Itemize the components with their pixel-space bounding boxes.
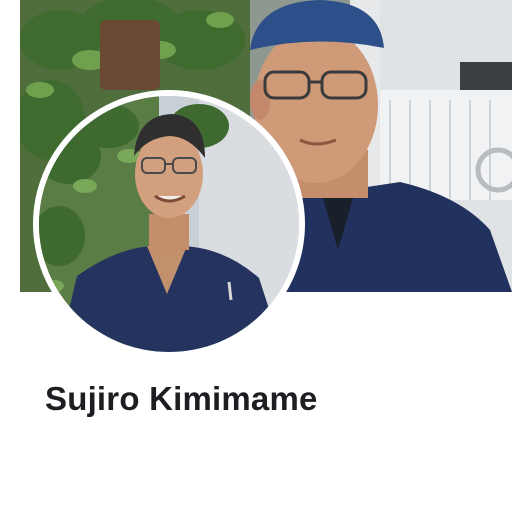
profile-photo [39,96,299,352]
avatar[interactable] [33,90,305,358]
profile-header: Sujiro Kimimame [0,0,512,512]
profile-photo-image [39,96,299,352]
profile-name: Sujiro Kimimame [45,380,318,417]
